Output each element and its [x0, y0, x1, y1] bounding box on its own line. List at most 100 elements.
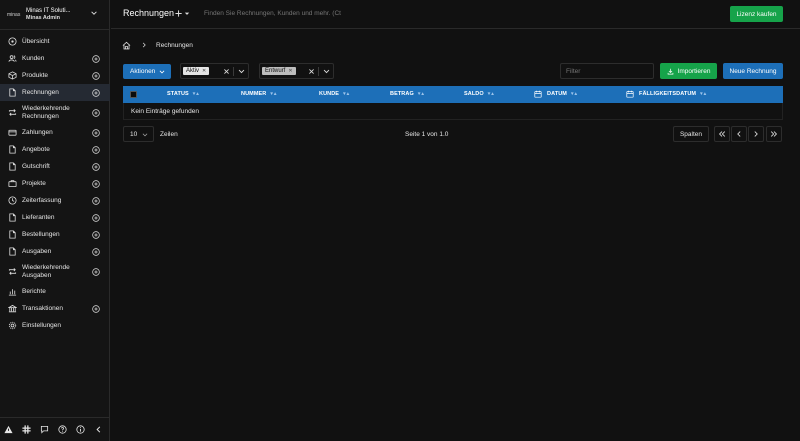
sidebar-item-bestellungen[interactable]: Bestellungen — [0, 226, 110, 243]
credit-card-icon — [8, 129, 17, 136]
add-projekte-icon[interactable] — [92, 179, 100, 188]
divider — [318, 67, 319, 76]
add-wiederkehrende-rechnungen-icon[interactable] — [92, 108, 100, 117]
box-icon — [8, 71, 17, 80]
sidebar-item-uebersicht[interactable]: Übersicht — [0, 33, 110, 50]
sidebar-item-projekte[interactable]: Projekte — [0, 175, 110, 192]
clear-filter-icon[interactable] — [308, 68, 315, 75]
company-switcher[interactable]: minas Minas IT Soluti... Minas Admin — [0, 0, 110, 30]
sidebar-item-rechnungen[interactable]: Rechnungen — [0, 84, 110, 101]
add-gutschrift-icon[interactable] — [92, 162, 100, 171]
home-icon[interactable] — [122, 41, 131, 50]
rows-per-page-select[interactable]: 10 — [123, 126, 154, 142]
sidebar-item-label: Transaktionen — [22, 304, 63, 312]
users-icon — [8, 55, 17, 62]
new-invoice-button[interactable]: Neue Rechnung — [723, 63, 783, 79]
last-page-button[interactable] — [766, 126, 782, 142]
company-name: Minas IT Soluti... — [26, 7, 71, 14]
add-bestellungen-icon[interactable] — [92, 230, 100, 239]
sidebar-item-label: Bestellungen — [22, 230, 60, 238]
sidebar-item-label: Produkte — [22, 71, 49, 79]
add-zeiterfassung-icon[interactable] — [92, 196, 100, 205]
sidebar-item-zahlungen[interactable]: Zahlungen — [0, 124, 110, 141]
next-page-button[interactable] — [748, 126, 764, 142]
breadcrumb-current[interactable]: Rechnungen — [156, 42, 193, 49]
status-filter-select[interactable]: Aktiv ✕ — [180, 63, 249, 79]
chevron-down-icon[interactable] — [238, 68, 245, 75]
bank-icon — [8, 304, 17, 313]
slack-icon[interactable] — [22, 425, 31, 434]
sidebar-item-angebote[interactable]: Angebote — [0, 141, 110, 158]
sidebar: minas Minas IT Soluti... Minas Admin Übe… — [0, 0, 110, 441]
add-ausgaben-icon[interactable] — [92, 247, 100, 256]
remove-chip-icon[interactable]: ✕ — [202, 68, 206, 74]
sidebar-item-einstellungen[interactable]: Einstellungen — [0, 317, 110, 334]
table-body: Kein Einträge gefunden — [123, 103, 783, 120]
column-header-faelligkeitsdatum[interactable]: FÄLLIGKEITSDATUM ▾▴ — [626, 90, 707, 98]
sidebar-item-berichte[interactable]: Berichte — [0, 283, 110, 300]
sidebar-item-label: Gutschrift — [22, 162, 50, 170]
column-header-betrag[interactable]: BETRAG ▾▴ — [390, 91, 425, 97]
sort-arrows-icon: ▾▴ — [417, 91, 425, 97]
quick-add-icon[interactable] — [175, 9, 191, 18]
sidebar-item-kunden[interactable]: Kunden — [0, 50, 110, 67]
select-all-checkbox[interactable] — [130, 91, 137, 98]
column-header-nummer[interactable]: NUMMER ▾▴ — [241, 91, 277, 97]
chevron-down-icon[interactable] — [323, 68, 330, 75]
add-kunden-icon[interactable] — [92, 54, 100, 63]
column-header-datum[interactable]: DATUM ▾▴ — [534, 90, 578, 98]
sidebar-nav: Übersicht Kunden Produkte Rechnungen Wie… — [0, 33, 110, 334]
sidebar-item-label: Berichte — [22, 287, 46, 295]
import-label: Importieren — [677, 67, 711, 75]
file-icon — [9, 213, 16, 222]
columns-button[interactable]: Spalten — [673, 126, 709, 142]
add-wiederkehrende-ausgaben-icon[interactable] — [92, 267, 100, 276]
add-produkte-icon[interactable] — [92, 71, 100, 80]
sort-arrows-icon: ▾▴ — [343, 91, 351, 97]
sidebar-item-transaktionen[interactable]: Transaktionen — [0, 300, 110, 317]
sidebar-item-gutschrift[interactable]: Gutschrift — [0, 158, 110, 175]
file-icon — [9, 162, 16, 171]
secondary-filter-select[interactable]: Entwurf ✕ — [259, 63, 334, 79]
search-input[interactable] — [204, 10, 404, 17]
user-name: Minas Admin — [26, 14, 61, 21]
sidebar-item-produkte[interactable]: Produkte — [0, 67, 110, 84]
remove-chip-icon[interactable]: ✕ — [288, 68, 292, 74]
warning-icon[interactable] — [4, 425, 13, 434]
page-info: Seite 1 von 1.0 — [405, 131, 449, 138]
sidebar-item-label: Einstellungen — [22, 321, 62, 329]
sort-arrows-icon: ▾▴ — [570, 91, 578, 97]
sidebar-item-wiederkehrende-rechnungen[interactable]: Wiederkehrende Rechnungen — [0, 101, 110, 124]
add-zahlungen-icon[interactable] — [92, 128, 100, 137]
column-header-saldo[interactable]: SALDO ▾▴ — [464, 91, 495, 97]
divider — [233, 67, 234, 76]
first-page-button[interactable] — [714, 126, 730, 142]
sidebar-item-lieferanten[interactable]: Lieferanten — [0, 209, 110, 226]
chat-icon[interactable] — [40, 425, 49, 434]
sidebar-item-ausgaben[interactable]: Ausgaben — [0, 243, 110, 260]
sidebar-item-label: Kunden — [22, 54, 45, 62]
sidebar-item-wiederkehrende-ausgaben[interactable]: Wiederkehrende Ausgaben — [0, 260, 110, 283]
add-lieferanten-icon[interactable] — [92, 213, 100, 222]
sidebar-item-zeiterfassung[interactable]: Zeiterfassung — [0, 192, 110, 209]
clear-filter-icon[interactable] — [223, 68, 230, 75]
collapse-sidebar-icon[interactable] — [94, 425, 103, 434]
repeat-icon — [8, 268, 17, 275]
add-angebote-icon[interactable] — [92, 145, 100, 154]
buy-license-button[interactable]: Lizenz kaufen — [730, 6, 783, 22]
add-rechnungen-icon[interactable] — [92, 88, 100, 97]
previous-page-button[interactable] — [731, 126, 747, 142]
add-transaktionen-icon[interactable] — [92, 304, 100, 313]
import-button[interactable]: Importieren — [660, 63, 717, 79]
info-icon[interactable] — [76, 425, 85, 434]
file-icon — [9, 88, 16, 97]
actions-dropdown-button[interactable]: Aktionen — [123, 64, 171, 79]
filter-input[interactable] — [560, 63, 654, 79]
column-header-status[interactable]: STATUS ▾▴ — [167, 91, 200, 97]
help-icon[interactable] — [58, 425, 67, 434]
briefcase-icon — [8, 180, 17, 188]
sidebar-item-label: Zahlungen — [22, 128, 53, 136]
sidebar-item-label: Rechnungen — [22, 88, 59, 96]
top-bar: Rechnungen Lizenz kaufen — [111, 0, 800, 29]
column-header-kunde[interactable]: KUNDE ▾▴ — [319, 91, 350, 97]
